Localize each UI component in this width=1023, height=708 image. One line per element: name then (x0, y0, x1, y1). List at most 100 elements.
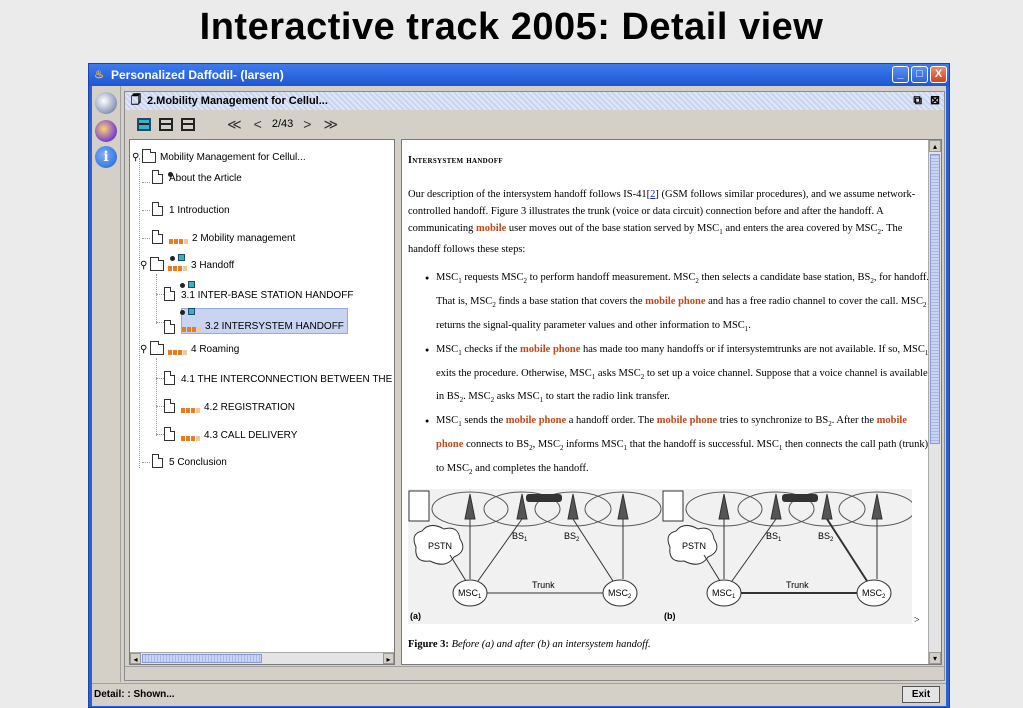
tree-node-label: 3.2 INTERSYSTEM HANDOFF (205, 321, 344, 332)
svg-text:Trunk: Trunk (786, 580, 809, 590)
first-page-button[interactable]: ≪ (225, 116, 244, 133)
exit-button[interactable]: Exit (902, 686, 940, 703)
scroll-thumb[interactable] (930, 154, 940, 444)
split-view-icon (188, 308, 195, 315)
tree-node-registration[interactable]: 4.2 REGISTRATION (164, 399, 295, 413)
page-icon (164, 287, 175, 301)
minimize-button[interactable]: _ (892, 66, 909, 83)
document-controls: ⧉ ⊠ (913, 93, 940, 108)
svg-text:PSTN: PSTN (428, 541, 452, 551)
document-title: 2.Mobility Management for Cellul... (147, 95, 328, 107)
handoff-steps-list: MSC1 requests MSC2 to perform handoff me… (425, 268, 930, 483)
tree-node-handoff[interactable]: ⚲ 3 Handoff (140, 257, 234, 271)
page-indicator: 2/43 (271, 118, 294, 130)
svg-text:Trunk: Trunk (532, 580, 555, 590)
svg-text:BS2: BS2 (564, 531, 580, 543)
svg-text:BS2: BS2 (818, 531, 834, 543)
next-page-button[interactable]: > (301, 116, 313, 132)
handoff-diagram: PSTN MSC1 MSC2 BS1 BS2 Trunk (a) PSTN MS… (408, 490, 916, 621)
document-icon: 🗍 (131, 94, 141, 106)
figure-caption: Figure 3: Before (a) and after (b) an in… (408, 639, 651, 650)
tree-node-call-delivery[interactable]: 4.3 CALL DELIVERY (164, 427, 297, 441)
list-item: MSC1 checks if the mobile phone has made… (425, 340, 930, 412)
last-page-button[interactable]: ≫ (321, 116, 340, 133)
scroll-right-arrow-icon[interactable]: ▸ (383, 653, 394, 664)
content-vertical-scrollbar[interactable]: ▴ ▾ (928, 140, 941, 664)
scroll-up-arrow-icon[interactable]: ▴ (929, 140, 941, 152)
java-cup-icon: ♨ (94, 69, 104, 81)
personalize-icon[interactable] (95, 120, 117, 142)
relevance-bars-icon (168, 350, 187, 355)
search-magnifier-icon[interactable] (95, 92, 117, 114)
tree-node-intersystem[interactable]: 3.2 INTERSYSTEM HANDOFF (164, 308, 348, 334)
svg-text:(b): (b) (664, 611, 676, 621)
page-icon (152, 454, 163, 468)
folder-icon (150, 341, 164, 355)
tree-node-roaming[interactable]: ⚲ 4 Roaming (140, 341, 239, 355)
document-footer (125, 666, 944, 680)
status-bar: Detail: : Shown... Exit (92, 683, 946, 705)
page-icon (152, 202, 163, 216)
folder-icon (142, 149, 156, 163)
eye-icon (168, 172, 173, 177)
tree-node-about[interactable]: About the Article (152, 170, 242, 184)
info-icon[interactable]: i (95, 146, 117, 168)
tree-node-root[interactable]: ⚲ Mobility Management for Cellul... (132, 146, 306, 163)
relevance-bars-icon (168, 266, 187, 271)
tree-node-label: 2 Mobility management (192, 233, 296, 244)
pin-icon: ⚲ (140, 260, 148, 271)
pin-icon: ⚲ (132, 152, 140, 163)
tree-horizontal-scrollbar[interactable]: ◂ ▸ (130, 652, 394, 664)
tree-node-label: 5 Conclusion (169, 457, 227, 468)
eye-icon (170, 256, 175, 261)
document-titlebar[interactable]: 🗍 2.Mobility Management for Cellul... ⧉ … (125, 92, 944, 110)
slide-title: Interactive track 2005: Detail view (199, 6, 824, 48)
eye-icon (180, 283, 185, 288)
table-of-contents-tree: ⚲ Mobility Management for Cellul... Abou… (129, 139, 395, 665)
close-button[interactable]: X (930, 66, 947, 83)
close-document-icon[interactable]: ⊠ (930, 93, 940, 108)
undock-icon[interactable]: ⧉ (913, 93, 922, 108)
page-icon (152, 230, 163, 244)
window-body: i 🗍 2.Mobility Management for Cellul... … (92, 86, 946, 706)
telephone-icon (662, 490, 684, 522)
list-item: MSC1 requests MSC2 to perform handoff me… (425, 268, 930, 340)
pin-icon: ⚲ (140, 344, 148, 355)
section-heading: Intersystem handoff (408, 155, 503, 166)
tree-node-label: About the Article (169, 173, 242, 184)
tree-node-label: Mobility Management for Cellul... (160, 152, 306, 163)
tree-node-label: 1 Introduction (169, 205, 230, 216)
split-horizontal-teal-button[interactable] (137, 117, 151, 131)
page-icon (164, 399, 175, 413)
maximize-button[interactable]: □ (911, 66, 928, 83)
page-icon (164, 320, 175, 334)
scroll-left-arrow-icon[interactable]: ◂ (130, 653, 141, 664)
scroll-down-arrow-icon[interactable]: ▾ (929, 652, 941, 664)
split-view-icon (188, 281, 195, 288)
tree-node-label: 4.3 CALL DELIVERY (204, 430, 298, 441)
left-toolbar: i (92, 86, 121, 682)
highlighted-term: mobile phone (520, 343, 581, 355)
tree-node-interconnection[interactable]: 4.1 THE INTERCONNECTION BETWEEN THE (164, 371, 392, 385)
tree-node-conclusion[interactable]: 5 Conclusion (152, 454, 227, 468)
relevance-bars-icon (169, 239, 188, 244)
scroll-thumb[interactable] (142, 654, 262, 663)
tree-node-mobility[interactable]: 2 Mobility management (152, 230, 295, 244)
relevance-bars-icon (181, 408, 200, 413)
highlighted-term: mobile phone (645, 295, 706, 307)
window-controls: _ □ X (892, 66, 947, 83)
page-icon (152, 170, 163, 184)
window-titlebar[interactable]: ♨ Personalized Daffodil- (larsen) _ □ X (89, 64, 949, 86)
relevance-bars-icon (181, 436, 200, 441)
tree-node-label: 3.1 INTER-BASE STATION HANDOFF (181, 290, 354, 301)
split-view-button[interactable] (181, 117, 195, 131)
status-text: Detail: : Shown... (94, 689, 175, 700)
highlighted-term: mobile phone (505, 415, 567, 427)
document-frame: 🗍 2.Mobility Management for Cellul... ⧉ … (124, 91, 945, 681)
tree-node-introduction[interactable]: 1 Introduction (152, 202, 230, 216)
split-horizontal-button[interactable] (159, 117, 173, 131)
window-title: Personalized Daffodil- (larsen) (111, 68, 284, 82)
page-icon (164, 427, 175, 441)
svg-text:(a): (a) (410, 611, 421, 621)
previous-page-button[interactable]: < (252, 116, 264, 132)
